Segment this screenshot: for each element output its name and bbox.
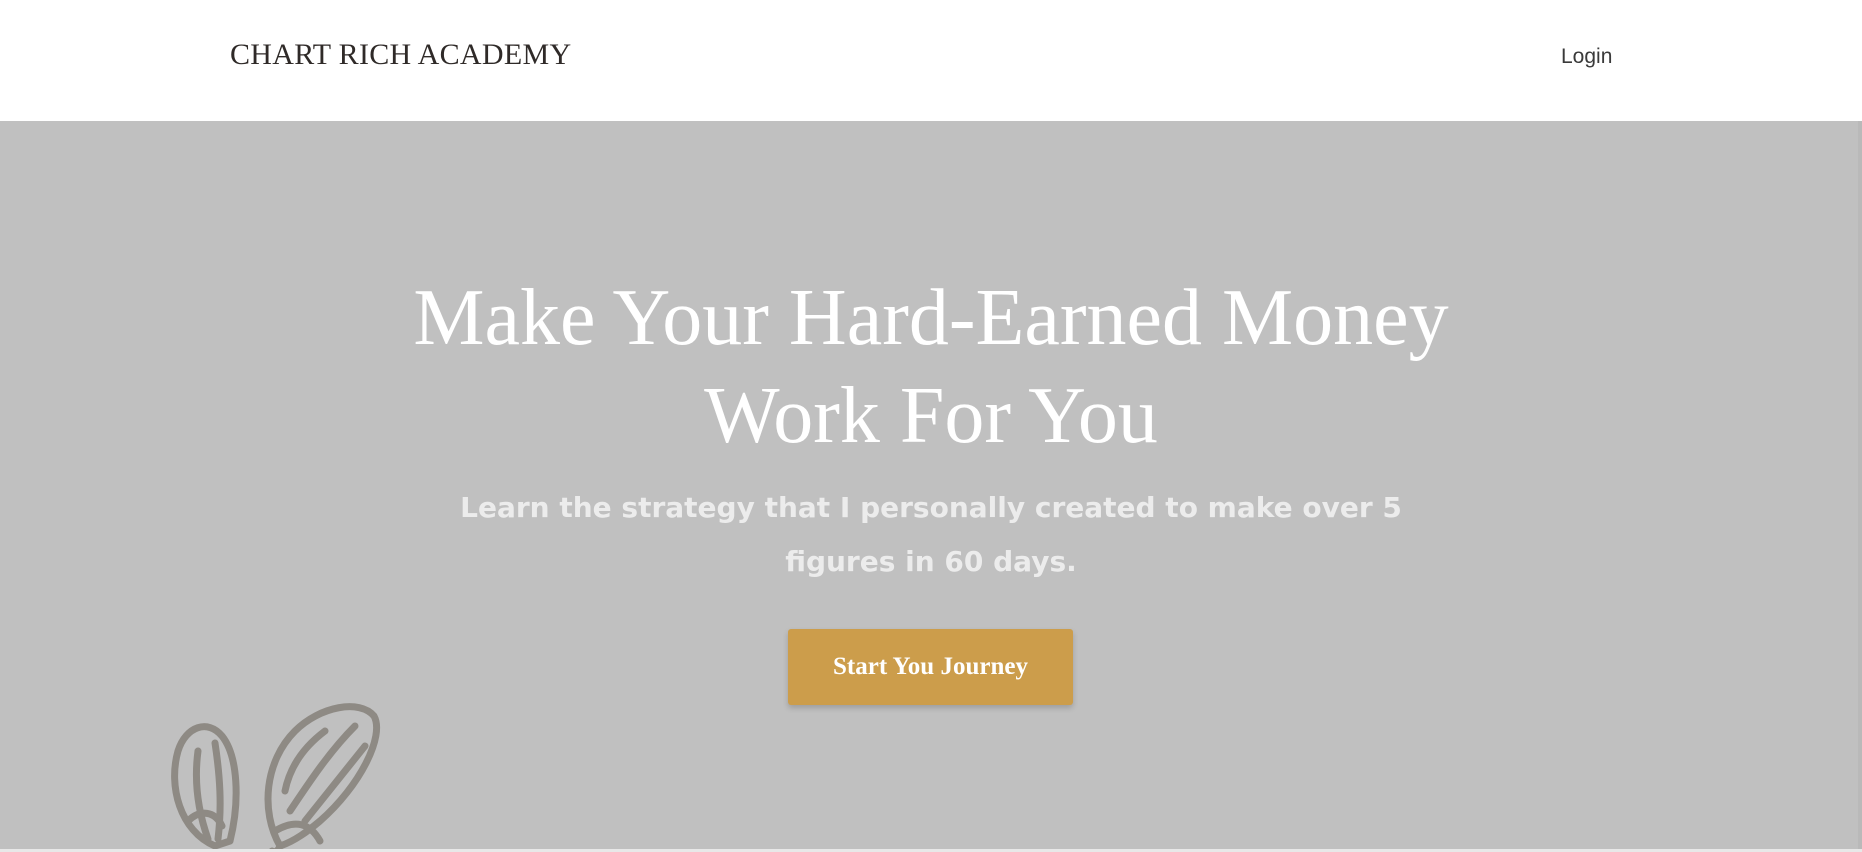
login-link[interactable]: Login [1561,45,1612,69]
start-journey-button[interactable]: Start You Journey [788,629,1073,705]
hero-headline: Make Your Hard-Earned Money Work For You [413,274,1449,460]
brand-logo-text[interactable]: CHART RICH ACADEMY [230,38,571,72]
site-header: CHART RICH ACADEMY Login [0,0,1862,121]
flower-sketch-icon [171,703,381,849]
hero-subheadline: Learn the strategy that I personally cre… [460,491,1402,578]
page-scrollbar-edge [1858,121,1862,849]
hero-section: Make Your Hard-Earned Money Work For You… [0,121,1858,849]
